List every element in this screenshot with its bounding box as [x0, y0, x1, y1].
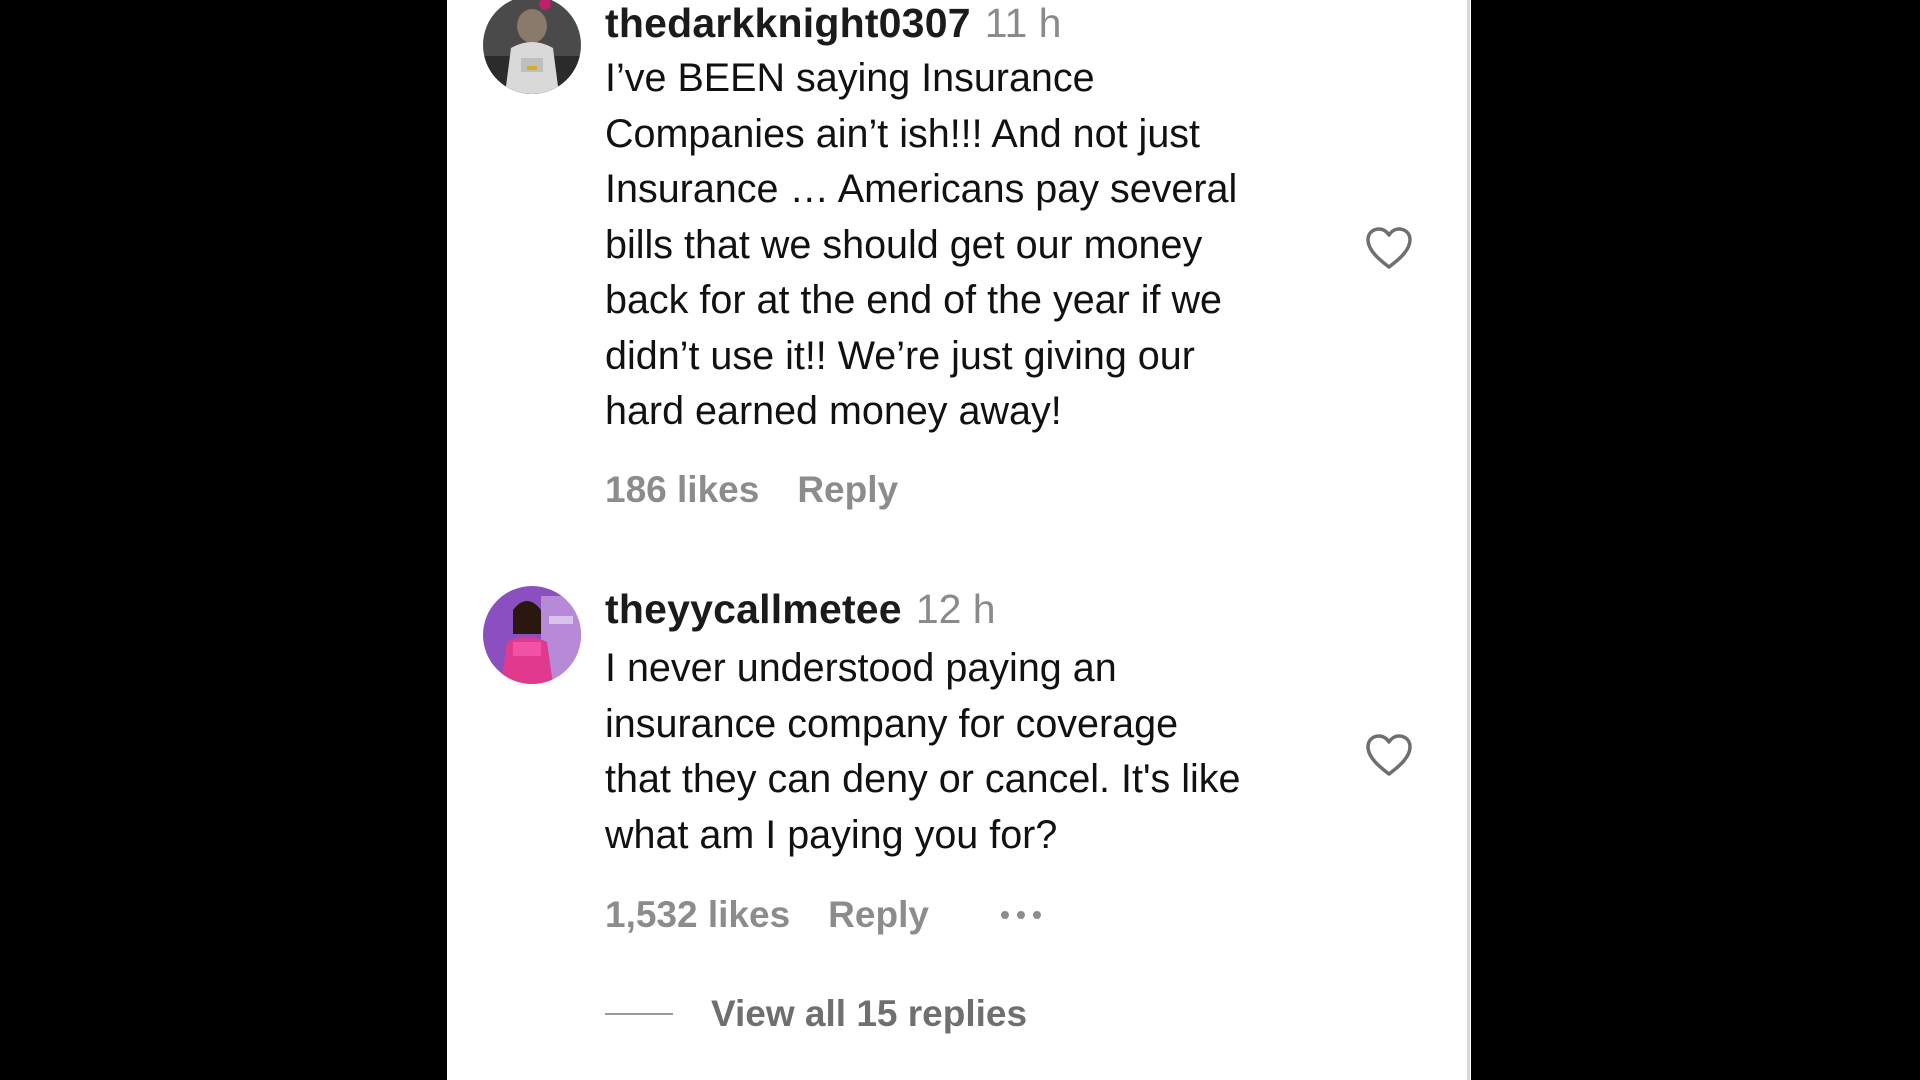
panel-divider: [1467, 0, 1470, 1080]
likes-count[interactable]: 186 likes: [605, 469, 759, 511]
username[interactable]: thedarkknight0307: [605, 0, 971, 47]
like-button[interactable]: [1364, 226, 1414, 270]
comment-text: I never understood paying an insurance c…: [605, 641, 1345, 863]
user-avatar-icon: [483, 586, 581, 684]
comment-line: bills that we should get our money: [605, 222, 1203, 267]
heart-outline-icon: [1366, 734, 1412, 776]
more-options-icon[interactable]: [1000, 911, 1041, 919]
user-avatar-icon: [483, 0, 581, 94]
comment-line: hard earned money away!: [605, 389, 1062, 433]
comment-line: I never understood paying an: [605, 646, 1117, 690]
like-button[interactable]: [1364, 733, 1414, 777]
comment-line: insurance company for coverage: [605, 701, 1179, 746]
comment-line: Insurance … Americans pay several: [605, 167, 1238, 211]
timestamp: 11 h: [984, 0, 1062, 46]
comment-line: I’ve BEEN saying Insurance: [605, 56, 1095, 100]
username[interactable]: theyycallmetee: [605, 586, 902, 633]
comment-text: I’ve BEEN saying Insurance Companies ain…: [605, 51, 1345, 440]
comment-header: theyycallmetee 12 h: [605, 586, 996, 642]
view-replies-label: View all 15 replies: [711, 993, 1028, 1034]
comment-line: what am I paying you for?: [605, 812, 1058, 857]
reply-button[interactable]: Reply: [797, 469, 898, 511]
dot: [1016, 911, 1025, 919]
reply-button[interactable]: Reply: [828, 894, 929, 936]
avatar-theyycallmetee[interactable]: [483, 586, 581, 684]
comment-line: Companies ain’t ish!!! And not just: [605, 111, 1201, 156]
comment-meta: 186 likes Reply: [605, 466, 898, 514]
comment-line: that they can deny or cancel. It's like: [605, 757, 1241, 801]
comment-header: thedarkknight0307 11 h: [605, 0, 1061, 56]
comment-line: back for at the end of the year if we: [605, 278, 1222, 322]
dot: [1000, 911, 1009, 919]
replies-divider: [605, 1013, 673, 1015]
dot: [1032, 911, 1041, 919]
likes-count[interactable]: 1,532 likes: [605, 894, 790, 936]
timestamp: 12 h: [915, 586, 996, 632]
comment-line: didn’t use it!! We’re just giving our: [605, 333, 1195, 378]
avatar-thedarkknight0307[interactable]: [483, 0, 581, 94]
view-replies-button[interactable]: View all 15 replies: [605, 993, 1027, 1035]
heart-outline-icon: [1366, 227, 1412, 269]
comment-meta: 1,532 likes Reply: [605, 891, 1041, 939]
